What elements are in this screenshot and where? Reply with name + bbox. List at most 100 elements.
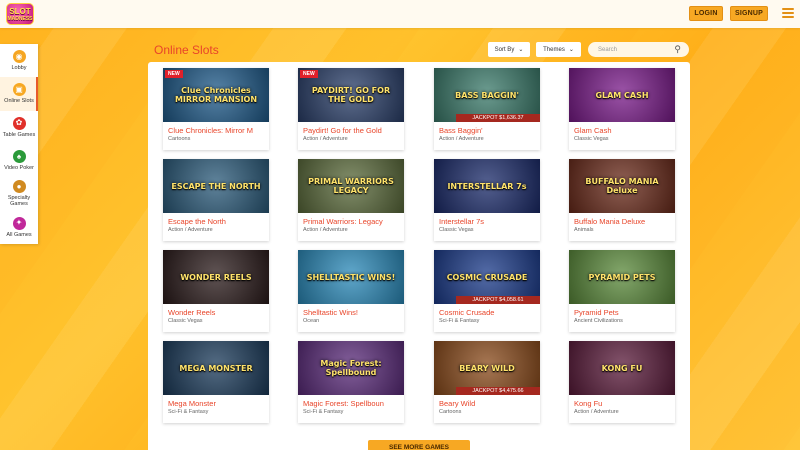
game-title[interactable]: Cosmic Crusade [434,304,540,317]
sidebar-item-label: Video Poker [4,165,34,172]
game-category: Cartoons [168,136,191,142]
game-card[interactable]: PAYDIRT! GO FOR THE GOLD NEW Paydirt! Go f… [298,68,404,150]
game-card[interactable]: WONDER REELS Wonder Reels Classic Vegas [163,250,269,332]
game-title[interactable]: Bass Baggin' [434,122,540,135]
game-card[interactable]: MEGA MONSTER Mega Monster Sci-Fi & Fantasy [163,341,269,423]
game-category: Sci-Fi & Fantasy [439,318,480,324]
game-thumbnail[interactable]: Magic Forest: Spellbound [298,341,404,395]
signup-button[interactable]: SIGNUP [730,6,768,21]
jackpot-banner: JACKPOT $1,636.37 [456,114,540,122]
sidebar-item-table-games[interactable]: ✿ Table Games [0,111,38,144]
game-thumbnail[interactable]: Clue Chronicles MIRROR MANSION NEW [163,68,269,122]
game-card[interactable]: COSMIC CRUSADE JACKPOT $4,058.61 Cosmic Cr… [434,250,540,332]
login-button[interactable]: LOGIN [689,6,723,21]
game-card[interactable]: SHELLTASTIC WINS! Shelltastic Wins! Ocean [298,250,404,332]
sort-by-label: Sort By [494,46,515,53]
sort-by-dropdown[interactable]: Sort By ⌄ [488,42,530,57]
game-category: Classic Vegas [439,227,474,233]
sidebar-item-lobby[interactable]: ◉ Lobby [0,44,38,77]
game-art-title: INTERSTELLAR 7s [447,181,527,191]
game-thumbnail[interactable]: BASS BAGGIN' JACKPOT $1,636.37 [434,68,540,122]
sidebar-item-label: Online Slots [4,98,34,105]
game-thumbnail[interactable]: PRIMAL WARRIORS LEGACY [298,159,404,213]
game-title[interactable]: Interstellar 7s [434,213,540,226]
game-thumbnail[interactable]: SHELLTASTIC WINS! [298,250,404,304]
side-navigation: ◉ Lobby ▣ Online Slots ✿ Table Games ♠ Video Po… [0,44,38,244]
game-art-title: GLAM CASH [595,90,649,100]
game-card[interactable]: KONG FU Kong Fu Action / Adventure [569,341,675,423]
sidebar-item-online-slots[interactable]: ▣ Online Slots [0,77,38,111]
game-thumbnail[interactable]: GLAM CASH [569,68,675,122]
game-title[interactable]: Mega Monster [163,395,269,408]
game-art-title: COSMIC CRUSADE [446,272,528,282]
sidebar-item-label: Specialty Games [7,195,31,208]
game-title[interactable]: Pyramid Pets [569,304,675,317]
game-title[interactable]: Wonder Reels [163,304,269,317]
game-category: Sci-Fi & Fantasy [303,409,344,415]
logo-line2: MADNESS [7,15,33,22]
game-card[interactable]: BASS BAGGIN' JACKPOT $1,636.37 Bass Baggin… [434,68,540,150]
game-title[interactable]: Paydirt! Go for the Gold [298,122,404,135]
game-title[interactable]: Escape the North [163,213,269,226]
game-thumbnail[interactable]: BEARY WILD JACKPOT $4,475.66 [434,341,540,395]
game-art-title: MEGA MONSTER [179,363,253,373]
page-title: Online Slots [154,43,219,57]
site-logo[interactable]: SLOT MADNESS [6,3,34,25]
see-more-games-button[interactable]: SEE MORE GAMES [368,440,470,450]
game-category: Action / Adventure [303,227,348,233]
game-thumbnail[interactable]: PAYDIRT! GO FOR THE GOLD NEW [298,68,404,122]
game-thumbnail[interactable]: WONDER REELS [163,250,269,304]
game-title[interactable]: Glam Cash [569,122,675,135]
game-title[interactable]: Buffalo Mania Deluxe [569,213,675,226]
search-placeholder: Search [598,46,618,53]
jackpot-banner: JACKPOT $4,475.66 [456,387,540,395]
game-art-title: ESCAPE THE NORTH [171,181,261,191]
all-games-icon: ✦ [12,216,26,230]
game-category: Ocean [303,318,320,324]
game-card[interactable]: BEARY WILD JACKPOT $4,475.66 Beary Wild Car… [434,341,540,423]
game-card[interactable]: GLAM CASH Glam Cash Classic Vegas [569,68,675,150]
game-category: Sci-Fi & Fantasy [168,409,209,415]
game-card[interactable]: PYRAMID PETS Pyramid Pets Ancient Civiliza… [569,250,675,332]
sidebar-item-label: Table Games [2,131,36,138]
game-title[interactable]: Magic Forest: Spellboun [298,395,404,408]
game-thumbnail[interactable]: INTERSTELLAR 7s [434,159,540,213]
game-category: Classic Vegas [574,136,609,142]
game-card[interactable]: Clue Chronicles MIRROR MANSION NEW Clue Ch… [163,68,269,150]
game-title[interactable]: Beary Wild [434,395,540,408]
game-art-title: PAYDIRT! GO FOR THE GOLD [311,86,391,104]
game-card[interactable]: ESCAPE THE NORTH Escape the North Action /… [163,159,269,241]
game-thumbnail[interactable]: KONG FU [569,341,675,395]
themes-dropdown[interactable]: Themes ⌄ [536,42,581,57]
sidebar-item-specialty-games[interactable]: ● Specialty Games [0,177,38,210]
game-title[interactable]: Clue Chronicles: Mirror M [163,122,269,135]
game-title[interactable]: Shelltastic Wins! [298,304,404,317]
game-thumbnail[interactable]: BUFFALO MANIA Deluxe [569,159,675,213]
games-panel: Clue Chronicles MIRROR MANSION NEW Clue Ch… [148,62,690,450]
lobby-icon: ◉ [12,50,26,64]
game-card[interactable]: BUFFALO MANIA Deluxe Buffalo Mania Deluxe… [569,159,675,241]
game-category: Cartoons [439,409,462,415]
game-thumbnail[interactable]: COSMIC CRUSADE JACKPOT $4,058.61 [434,250,540,304]
sidebar-item-label: Lobby [11,65,27,72]
game-art-title: Clue Chronicles MIRROR MANSION [174,86,258,104]
game-category: Action / Adventure [574,409,619,415]
menu-icon[interactable] [782,8,794,18]
top-bar: SLOT MADNESS LOGIN SIGNUP [0,0,800,28]
game-title[interactable]: Primal Warriors: Legacy [298,213,404,226]
sidebar-item-video-poker[interactable]: ♠ Video Poker [0,144,38,177]
game-card[interactable]: Magic Forest: Spellbound Magic Forest: Sp… [298,341,404,423]
game-thumbnail[interactable]: MEGA MONSTER [163,341,269,395]
search-icon[interactable]: ⚲ [674,44,681,55]
chevron-down-icon: ⌄ [518,47,524,53]
game-art-title: BEARY WILD [459,363,515,373]
game-thumbnail[interactable]: PYRAMID PETS [569,250,675,304]
sidebar-item-all-games[interactable]: ✦ All Games [0,211,38,244]
game-card[interactable]: INTERSTELLAR 7s Interstellar 7s Classic Ve… [434,159,540,241]
game-card[interactable]: PRIMAL WARRIORS LEGACY Primal Warriors: L… [298,159,404,241]
game-thumbnail[interactable]: ESCAPE THE NORTH [163,159,269,213]
chevron-down-icon: ⌄ [568,47,574,53]
game-title[interactable]: Kong Fu [569,395,675,408]
game-art-title: BUFFALO MANIA Deluxe [585,177,659,195]
search-input[interactable]: Search ⚲ [588,42,689,57]
